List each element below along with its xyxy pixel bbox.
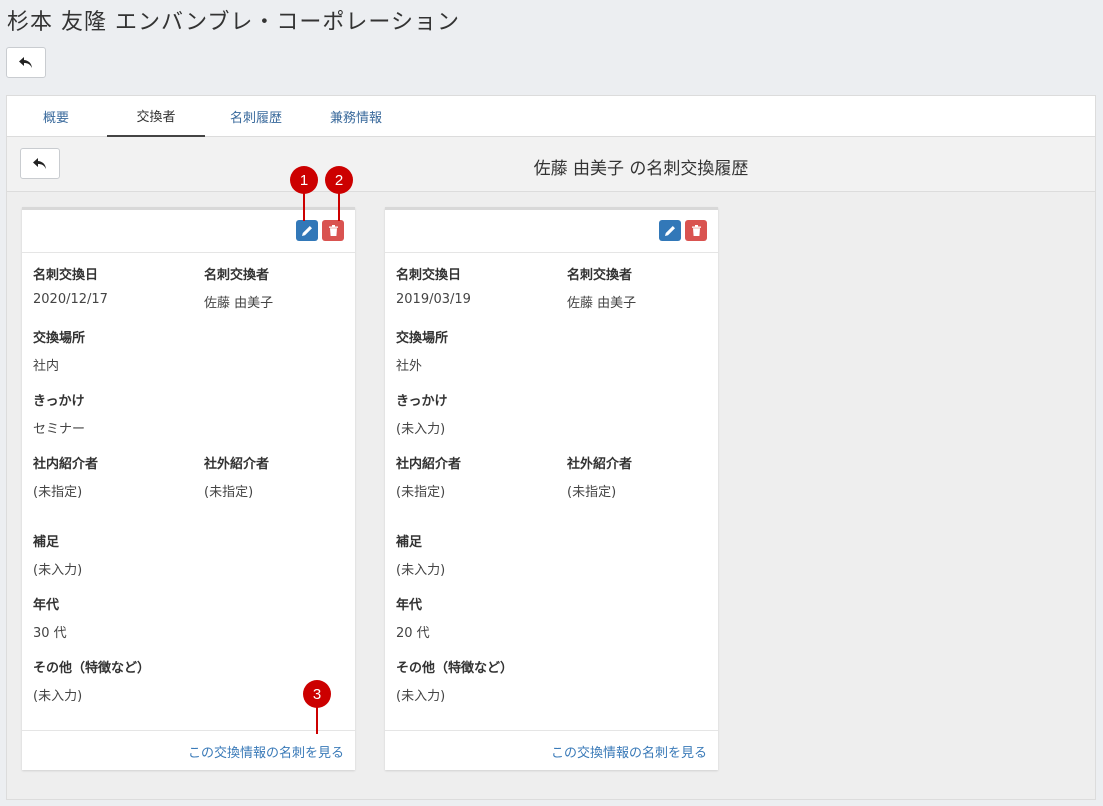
callout-marker: 1 [290,166,318,194]
field-value: 社外 [396,359,423,374]
trash-icon [328,225,338,236]
field-value: (未入力) [396,563,446,578]
callout-marker: 3 [303,680,331,708]
field-date: 名刺交換日 2020/12/17 [33,264,108,307]
field-label: 年代 [33,598,60,613]
field-value: (未入力) [33,563,83,578]
field-label: 社外紹介者 [567,457,633,472]
field-value: (未指定) [396,485,446,500]
field-age: 年代 20 代 [396,594,430,641]
history-header: 佐藤 由美子 の名刺交換履歴 [7,137,1095,192]
callout-line [303,193,305,221]
field-other: その他（特徴など） (未入力) [396,657,513,704]
field-value: 佐藤 由美子 [204,296,274,311]
main-panel: 概要 交換者 名刺履歴 兼務情報 佐藤 由美子 の名刺交換履歴 名刺交換日 20… [6,95,1096,800]
field-value: 佐藤 由美子 [567,296,637,311]
field-label: 社内紹介者 [33,457,99,472]
field-value: 2019/03/19 [396,292,471,307]
field-label: 交換場所 [33,331,86,346]
field-note: 補足 (未入力) [33,531,82,578]
field-label: 社外紹介者 [204,457,270,472]
delete-button[interactable] [685,220,707,241]
field-label: 補足 [396,535,423,550]
pencil-icon [301,226,312,236]
field-value: 社内 [33,359,60,374]
field-label: 名刺交換者 [567,268,633,283]
card-footer: この交換情報の名刺を見る [385,730,718,770]
field-value: (未指定) [567,485,617,500]
field-label: 交換場所 [396,331,449,346]
field-date: 名刺交換日 2019/03/19 [396,264,471,307]
edit-button[interactable] [296,220,318,241]
tab-exchangers[interactable]: 交換者 [107,96,205,137]
callout-line [316,706,318,734]
field-place: 交換場所 社外 [396,327,448,374]
field-label: 名刺交換者 [204,268,270,283]
field-internal-introducer: 社内紹介者 (未指定) [396,453,461,500]
field-label: きっかけ [396,394,448,409]
tab-concurrent-info[interactable]: 兼務情報 [307,96,405,137]
field-label: きっかけ [33,394,85,409]
card-header [22,210,355,253]
field-label: 補足 [33,535,60,550]
view-card-link[interactable]: この交換情報の名刺を見る [551,742,707,761]
reply-arrow-icon [19,56,32,68]
field-internal-introducer: 社内紹介者 (未指定) [33,453,98,500]
edit-button[interactable] [659,220,681,241]
callout-marker: 2 [325,166,353,194]
field-label: その他（特徴など） [396,661,514,676]
field-place: 交換場所 社内 [33,327,85,374]
field-reason: きっかけ セミナー [33,390,85,437]
back-button[interactable] [6,47,46,78]
trash-icon [691,225,701,236]
tab-bar: 概要 交換者 名刺履歴 兼務情報 [7,96,1095,137]
field-value: (未入力) [396,689,446,704]
field-label: 年代 [396,598,423,613]
delete-button[interactable] [322,220,344,241]
card-header [385,210,718,253]
tab-overview[interactable]: 概要 [7,96,105,137]
field-value: セミナー [33,422,86,437]
field-other: その他（特徴など） (未入力) [33,657,150,704]
field-label: 社内紹介者 [396,457,462,472]
field-external-introducer: 社外紹介者 (未指定) [567,453,632,500]
field-value: 20 代 [396,626,430,641]
field-label: 名刺交換日 [33,268,99,283]
field-value: 2020/12/17 [33,292,108,307]
callout-line [338,193,340,221]
field-label: その他（特徴など） [33,661,151,676]
field-label: 名刺交換日 [396,268,462,283]
pencil-icon [664,226,675,236]
exchange-card: 名刺交換日 2019/03/19 名刺交換者 佐藤 由美子 交換場所 社外 きっ… [385,207,718,770]
field-value: (未指定) [33,485,83,500]
field-note: 補足 (未入力) [396,531,445,578]
card-footer: この交換情報の名刺を見る [22,730,355,770]
field-external-introducer: 社外紹介者 (未指定) [204,453,269,500]
view-card-link[interactable]: この交換情報の名刺を見る [188,742,344,761]
field-reason: きっかけ (未入力) [396,390,447,437]
field-value: (未指定) [204,485,254,500]
tab-card-history[interactable]: 名刺履歴 [207,96,305,137]
field-value: (未入力) [396,422,446,437]
field-exchanger: 名刺交換者 佐藤 由美子 [204,264,273,311]
field-age: 年代 30 代 [33,594,67,641]
field-value: (未入力) [33,689,83,704]
history-title: 佐藤 由美子 の名刺交換履歴 [533,159,749,179]
page-title: 杉本 友隆 エンバンブレ・コーポレーション [7,10,460,35]
field-value: 30 代 [33,626,67,641]
field-exchanger: 名刺交換者 佐藤 由美子 [567,264,636,311]
